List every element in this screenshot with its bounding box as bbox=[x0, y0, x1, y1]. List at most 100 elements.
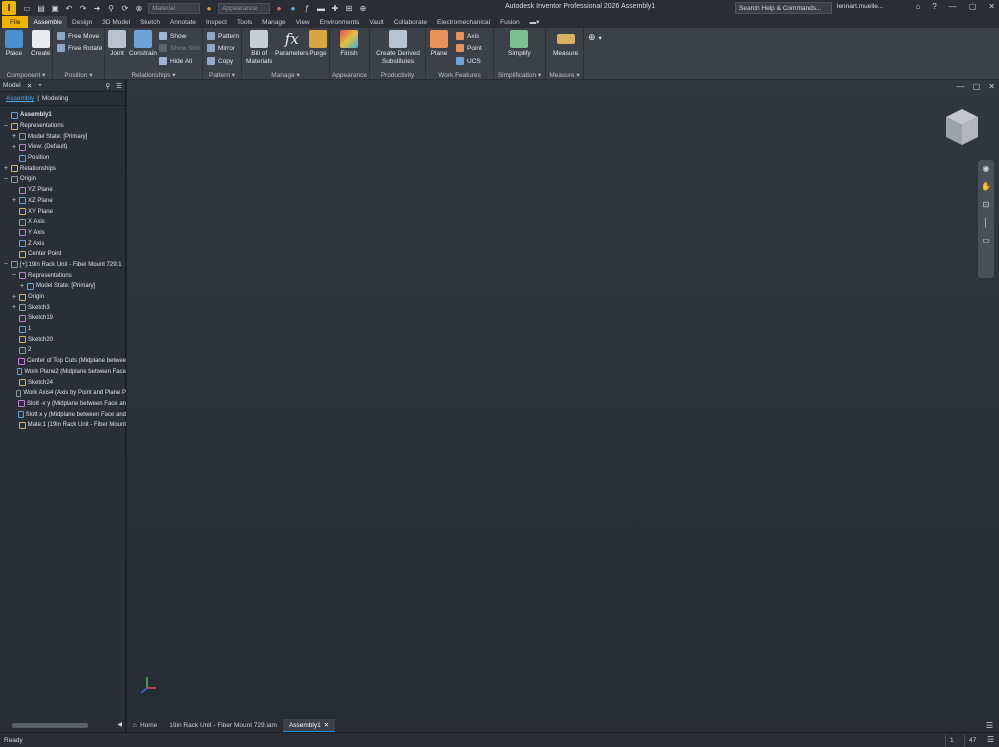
tree-item[interactable]: 1 bbox=[0, 324, 126, 335]
fx-icon[interactable]: ƒ bbox=[302, 3, 312, 13]
new-icon[interactable]: ▭ bbox=[22, 3, 32, 13]
tree-item[interactable]: YZ Plane bbox=[0, 185, 126, 196]
tree-expand-toggle[interactable]: + bbox=[19, 283, 25, 290]
tree-expand-toggle[interactable]: − bbox=[3, 123, 9, 130]
graphics-viewport[interactable]: — ▢ ✕ ◉ ✋ ⊡ │ ▭ bbox=[127, 80, 999, 719]
tab-sketch[interactable]: Sketch bbox=[135, 16, 165, 28]
add-browser-icon[interactable]: + bbox=[38, 82, 42, 89]
tree-expand-toggle[interactable]: + bbox=[11, 304, 17, 311]
app-logo-button[interactable]: I bbox=[2, 1, 16, 15]
cart-icon[interactable]: ⌂ bbox=[915, 2, 920, 11]
tab-home[interactable]: ⌂ Home bbox=[127, 719, 163, 732]
panel-label[interactable]: Measure ▾ bbox=[546, 71, 583, 79]
tab-document-rack-unit[interactable]: 19in Rack Unit - Fiber Mount 729.iam bbox=[163, 719, 283, 732]
show-button[interactable]: Show bbox=[159, 32, 186, 40]
close-browser-icon[interactable]: ✕ bbox=[27, 82, 32, 90]
tree-item[interactable]: 2 bbox=[0, 345, 126, 356]
tab-design[interactable]: Design bbox=[67, 16, 97, 28]
tab-tools[interactable]: Tools bbox=[232, 16, 257, 28]
tree-item[interactable]: Work Plane2 (Midplane between Face bbox=[0, 367, 126, 378]
viewcube-icon[interactable] bbox=[944, 107, 980, 147]
pattern-button[interactable]: Pattern bbox=[207, 32, 239, 40]
scrollbar-thumb[interactable] bbox=[12, 723, 88, 728]
tab-3d-model[interactable]: 3D Model bbox=[97, 16, 135, 28]
tree-expand-toggle[interactable]: + bbox=[11, 133, 17, 140]
viewport-minimize-icon[interactable]: — bbox=[957, 82, 965, 91]
ucs-button[interactable]: UCS bbox=[456, 57, 481, 65]
tree-item[interactable]: Slott x y (Midplane between Face and bbox=[0, 409, 126, 420]
ipart-icon[interactable]: ⊞ bbox=[344, 3, 354, 13]
clear-appearance-icon[interactable]: ● bbox=[274, 3, 284, 13]
tree-item[interactable]: Slott -x y (Midplane between Face an bbox=[0, 399, 126, 410]
tree-item[interactable]: Y Axis bbox=[0, 228, 126, 239]
tree-item[interactable]: Work Axis4 (Axis by Point and Plane P bbox=[0, 388, 126, 399]
bill-of-materials-button[interactable]: Bill of Materials bbox=[246, 30, 272, 65]
add-panel-button[interactable]: ⊕ ▾ bbox=[588, 32, 602, 43]
panel-label[interactable]: Relationships ▾ bbox=[105, 71, 202, 79]
viewport-close-icon[interactable]: ✕ bbox=[988, 82, 995, 91]
tree-item[interactable]: Sketch24 bbox=[0, 377, 126, 388]
close-tab-icon[interactable]: ✕ bbox=[324, 721, 329, 729]
tree-item[interactable]: − Origin bbox=[0, 174, 126, 185]
tree-expand-toggle[interactable]: + bbox=[11, 294, 17, 301]
joint-button[interactable]: Joint bbox=[108, 30, 126, 58]
tab-fusion[interactable]: Fusion bbox=[495, 16, 525, 28]
tree-item[interactable]: − [+]:19in Rack Unit - Fiber Mount 729:1 bbox=[0, 260, 126, 271]
tree-item[interactable]: + Model State: [Primary] bbox=[0, 281, 126, 292]
tree-item[interactable]: XY Plane bbox=[0, 206, 126, 217]
tree-expand-toggle[interactable]: − bbox=[3, 261, 9, 268]
create-button[interactable]: Create bbox=[31, 30, 51, 58]
orbit-icon[interactable]: │ bbox=[984, 218, 989, 227]
ribbon-options-icon[interactable]: ▬▾ bbox=[525, 16, 545, 28]
select-filter-icon[interactable]: ⚲ bbox=[106, 3, 116, 13]
hide-all-button[interactable]: Hide All bbox=[159, 57, 192, 65]
purge-button[interactable]: Purge bbox=[309, 30, 327, 58]
tree-item[interactable]: Sketch19 bbox=[0, 313, 126, 324]
search-input[interactable]: Search Help & Commands... bbox=[735, 2, 832, 14]
create-derived-substitutes-button[interactable]: Create Derived Substitutes bbox=[375, 30, 421, 65]
panel-label[interactable]: Manage ▾ bbox=[242, 71, 329, 79]
measure-qat-icon[interactable]: ▬ bbox=[316, 3, 326, 13]
help-icon[interactable]: ? bbox=[932, 2, 936, 11]
add-icon[interactable]: ✚ bbox=[330, 3, 340, 13]
select-icon[interactable]: ➜ bbox=[92, 3, 102, 13]
tree-expand-toggle[interactable]: − bbox=[11, 272, 17, 279]
tab-assemble[interactable]: Assemble bbox=[28, 16, 68, 28]
plane-button[interactable]: Plane bbox=[430, 30, 448, 58]
tab-manage[interactable]: Manage bbox=[257, 16, 291, 28]
subtab-modeling[interactable]: Modeling bbox=[42, 95, 68, 102]
adjust-icon[interactable]: ● bbox=[288, 3, 298, 13]
copy-button[interactable]: Copy bbox=[207, 57, 233, 65]
menu-icon[interactable]: ☰ bbox=[116, 82, 122, 90]
tree-item[interactable]: − Representations bbox=[0, 270, 126, 281]
subtab-assembly[interactable]: Assembly bbox=[6, 95, 34, 102]
appearance-select[interactable]: Appearance bbox=[218, 2, 270, 14]
mirror-button[interactable]: Mirror bbox=[207, 44, 235, 52]
tab-menu-icon[interactable]: ☰ bbox=[986, 721, 993, 730]
free-move-button[interactable]: Free Move bbox=[57, 32, 99, 40]
tab-environments[interactable]: Environments bbox=[315, 16, 365, 28]
tree-expand-toggle[interactable]: + bbox=[11, 197, 17, 204]
parameters-button[interactable]: fx Parameters bbox=[275, 30, 309, 58]
tree-expand-toggle[interactable]: − bbox=[3, 176, 9, 183]
save-icon[interactable]: ▣ bbox=[50, 3, 60, 13]
user-account[interactable]: lennart.muelle... bbox=[837, 3, 883, 10]
tree-item[interactable]: Center Point bbox=[0, 249, 126, 260]
tree-item[interactable]: X Axis bbox=[0, 217, 126, 228]
panel-label[interactable]: Simplification ▾ bbox=[494, 71, 545, 79]
tab-collaborate[interactable]: Collaborate bbox=[389, 16, 432, 28]
browser-title[interactable]: Model bbox=[3, 82, 21, 89]
panel-label[interactable]: Position ▾ bbox=[53, 71, 104, 79]
tab-file[interactable]: File bbox=[2, 16, 29, 28]
tree-item[interactable]: Assembly1 bbox=[0, 110, 126, 121]
tree-item[interactable]: Mate:1 (19in Rack Unit - Fiber Mount bbox=[0, 420, 126, 431]
tree-item[interactable]: Sketch20 bbox=[0, 334, 126, 345]
tree-item[interactable]: Position bbox=[0, 153, 126, 164]
update-icon[interactable]: ⟳ bbox=[120, 3, 130, 13]
tree-item[interactable]: + Sketch3 bbox=[0, 302, 126, 313]
tree-item[interactable]: Center of Top Cuts (Midplane betwee bbox=[0, 356, 126, 367]
tree-item[interactable]: Z Axis bbox=[0, 238, 126, 249]
tree-item[interactable]: + Origin bbox=[0, 292, 126, 303]
panel-label[interactable]: Component ▾ bbox=[0, 71, 52, 79]
undo-icon[interactable]: ↶ bbox=[64, 3, 74, 13]
